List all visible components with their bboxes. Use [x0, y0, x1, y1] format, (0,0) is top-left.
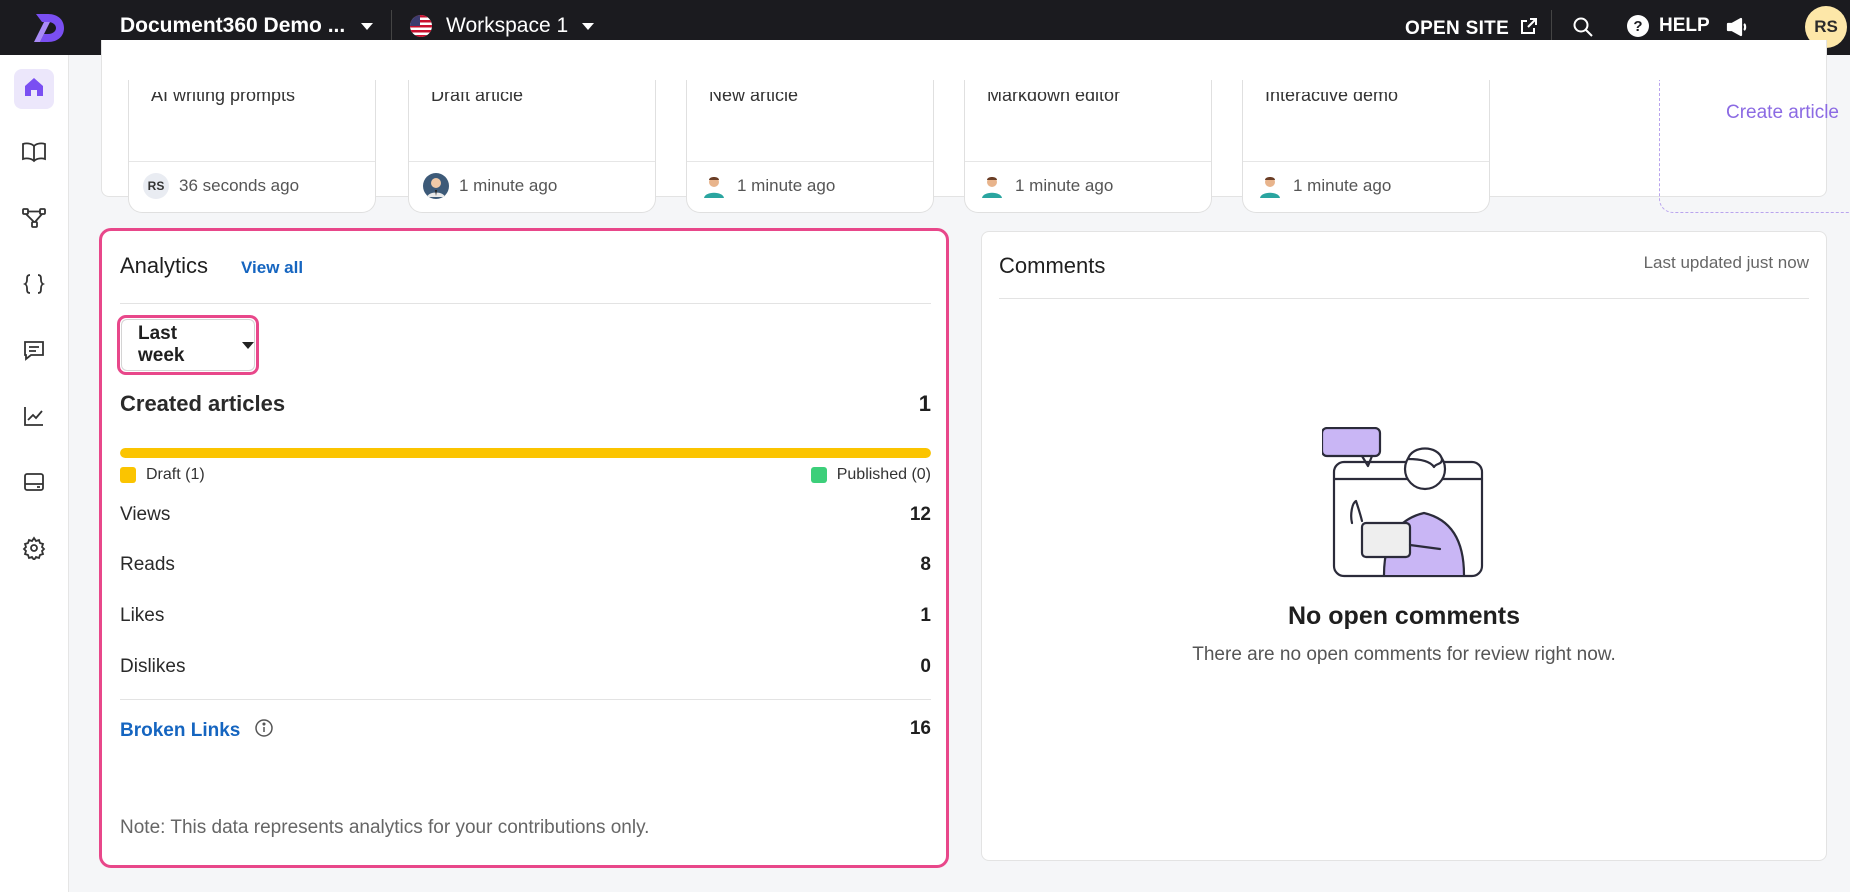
created-articles-value: 1 — [918, 391, 931, 416]
article-card[interactable]: Interactive demo 1 minute ago — [1242, 80, 1490, 213]
curly-braces-icon — [22, 272, 46, 301]
hierarchy-icon — [21, 206, 47, 235]
published-color-swatch — [810, 467, 827, 483]
empty-state-title: No open comments — [1288, 602, 1520, 630]
author-photo-avatar — [423, 173, 449, 199]
help-label: HELP — [1659, 15, 1710, 36]
period-value: Last week — [138, 323, 185, 366]
article-time: 36 seconds ago — [179, 176, 300, 195]
author-avatar: RS — [143, 173, 169, 199]
chevron-down-icon — [582, 22, 595, 30]
article-time: 1 minute ago — [1293, 176, 1392, 195]
nav-category-manager[interactable] — [14, 200, 54, 240]
divider — [409, 161, 655, 162]
recent-articles-panel: AI writing prompts RS 36 seconds ago Dra… — [101, 40, 1850, 213]
analytics-note: Note: This data represents analytics for… — [120, 817, 650, 838]
article-time: 1 minute ago — [737, 176, 836, 195]
divider — [999, 298, 1809, 299]
create-article-card[interactable]: Create article — [1659, 80, 1850, 213]
comments-title: Comments — [999, 253, 1106, 278]
info-icon[interactable] — [254, 718, 274, 744]
divider — [120, 699, 931, 700]
article-card[interactable]: New article 1 minute ago — [686, 80, 934, 213]
draft-color-swatch — [120, 467, 136, 483]
trend-chart-icon — [22, 404, 46, 433]
period-dropdown[interactable]: Last week — [121, 319, 255, 371]
article-time: 1 minute ago — [1015, 176, 1114, 195]
broken-links-label: Broken Links — [120, 720, 241, 741]
book-icon — [21, 140, 47, 169]
create-article-label: Create article — [1726, 102, 1839, 123]
left-sidebar — [0, 55, 69, 892]
article-card[interactable]: Markdown editor 1 minute ago — [964, 80, 1212, 213]
view-all-link[interactable]: View all — [241, 258, 303, 278]
created-articles-label: Created articles — [120, 391, 286, 416]
divider — [120, 303, 931, 304]
draft-bar-fill — [120, 448, 931, 458]
last-updated-text: Last updated just now — [1643, 253, 1809, 272]
likes-label: Likes — [120, 605, 165, 626]
comment-icon — [22, 338, 46, 367]
divider — [965, 161, 1211, 162]
drive-icon — [22, 470, 46, 499]
nav-settings[interactable] — [14, 530, 54, 570]
analytics-title: Analytics — [120, 253, 209, 278]
nav-widgets[interactable] — [14, 464, 54, 504]
comments-panel: Comments Last updated just now No open c… — [981, 231, 1827, 861]
gear-icon — [22, 535, 46, 565]
open-site-label: OPEN SITE — [1405, 18, 1510, 39]
published-legend-label: Published (0) — [836, 466, 931, 483]
published-legend: Published (0) — [810, 466, 931, 484]
empty-state-subtitle: There are no open comments for review ri… — [1192, 644, 1616, 665]
workspace-name: Workspace 1 — [446, 14, 569, 37]
draft-legend: Draft (1) — [120, 466, 205, 484]
broken-links-link[interactable]: Broken Links — [120, 718, 274, 744]
nav-analytics[interactable] — [14, 398, 54, 438]
project-selector[interactable]: Document360 Demo ... — [120, 14, 374, 38]
help-button[interactable]: ? HELP — [1627, 15, 1710, 37]
views-value: 12 — [909, 504, 931, 525]
document360-logo-icon[interactable] — [30, 8, 70, 48]
person-avatar-icon — [701, 173, 727, 199]
project-name: Document360 Demo ... — [120, 14, 346, 37]
article-card[interactable]: AI writing prompts RS 36 seconds ago — [128, 80, 376, 213]
dislikes-label: Dislikes — [120, 656, 186, 677]
open-site-link[interactable]: OPEN SITE — [1405, 16, 1539, 42]
empty-comments-illustration — [1320, 426, 1492, 582]
article-title: New article — [709, 85, 799, 105]
analytics-panel: Analytics View all Last week Created art… — [101, 230, 947, 866]
article-time: 1 minute ago — [459, 176, 558, 195]
us-flag-icon — [410, 15, 432, 37]
nav-home[interactable] — [14, 69, 54, 109]
article-title: Draft article — [431, 85, 524, 105]
nav-documentation[interactable] — [14, 134, 54, 174]
chevron-down-icon — [242, 341, 254, 349]
home-icon — [22, 75, 46, 104]
divider — [129, 161, 375, 162]
article-status-bar — [120, 448, 931, 458]
divider — [687, 161, 933, 162]
article-title: Interactive demo — [1265, 85, 1399, 105]
article-title: AI writing prompts — [151, 85, 296, 105]
nav-api-documentation[interactable] — [14, 266, 54, 306]
divider — [1243, 161, 1489, 162]
nav-feedback[interactable] — [14, 332, 54, 372]
external-link-icon — [1519, 16, 1539, 42]
search-icon[interactable] — [1572, 16, 1594, 43]
chevron-down-icon — [361, 22, 374, 30]
draft-legend-label: Draft (1) — [146, 466, 205, 483]
person-avatar-icon — [1257, 173, 1283, 199]
question-circle-icon: ? — [1627, 15, 1649, 37]
views-label: Views — [120, 504, 171, 525]
reads-value: 8 — [920, 554, 931, 575]
dislikes-value: 0 — [920, 656, 931, 677]
workspace-selector[interactable]: Workspace 1 — [410, 14, 595, 38]
person-avatar-icon — [979, 173, 1005, 199]
article-card[interactable]: Draft article 1 minute ago — [408, 80, 656, 213]
article-title: Markdown editor — [987, 85, 1121, 105]
broken-links-value: 16 — [909, 718, 931, 739]
reads-label: Reads — [120, 554, 175, 575]
likes-value: 1 — [920, 605, 931, 626]
